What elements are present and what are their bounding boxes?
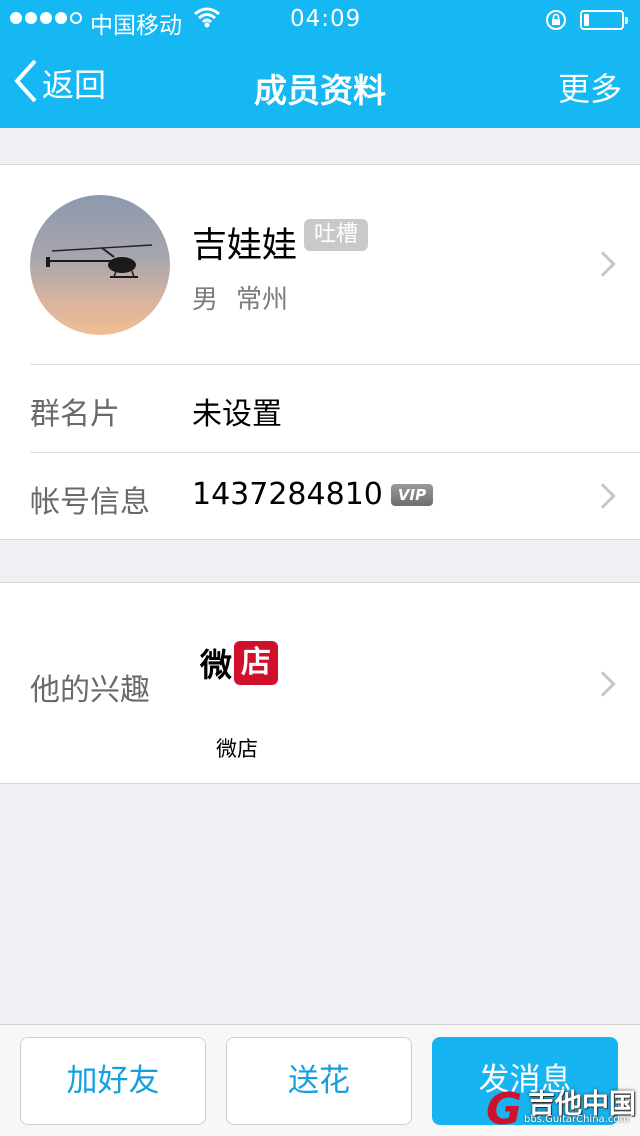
chevron-right-icon xyxy=(590,251,616,277)
profile-city: 常州 xyxy=(236,285,289,315)
weidian-logo[interactable]: 微 店 xyxy=(200,641,279,685)
signal-dot xyxy=(25,12,37,24)
profile-subtitle: 男常州 xyxy=(192,279,288,316)
vip-badge: VIP xyxy=(391,484,433,506)
profile-row[interactable]: 吉娃娃 吐槽 男常州 xyxy=(0,165,640,364)
watermark-logo: G 吉他中国 bbs.GuitarChina.com xyxy=(486,1082,636,1135)
signal-dot xyxy=(40,12,52,24)
battery-icon xyxy=(580,10,628,30)
send-flower-button[interactable]: 送花 xyxy=(226,1037,412,1125)
more-button[interactable]: 更多 xyxy=(558,64,622,110)
status-time: 04:09 xyxy=(290,6,362,32)
header: 中国移动 04:09 返回 成员资料 更多 xyxy=(0,0,640,128)
carrier-name: 中国移动 xyxy=(90,13,182,39)
signal-dot xyxy=(70,12,82,24)
logo-left-char: 微 xyxy=(200,646,233,684)
logo-right-char: 店 xyxy=(234,641,279,685)
status-bar: 中国移动 04:09 xyxy=(0,0,640,40)
signal-dot xyxy=(10,12,22,24)
chevron-right-icon xyxy=(590,671,616,697)
add-friend-button[interactable]: 加好友 xyxy=(20,1037,206,1125)
interests-label: 他的兴趣 xyxy=(30,673,150,708)
group-card-value: 未设置 xyxy=(192,397,282,432)
group-card-label: 群名片 xyxy=(30,397,120,432)
avatar[interactable] xyxy=(30,195,170,335)
interests-section[interactable]: 他的兴趣 微 店 微店 xyxy=(0,582,640,784)
nav-bar: 返回 成员资料 更多 xyxy=(0,40,640,128)
signal-strength-icon xyxy=(10,12,82,24)
profile-gender: 男 xyxy=(192,285,219,315)
guitar-logo-icon: G xyxy=(486,1084,523,1135)
account-number: 1437284810 xyxy=(192,477,383,512)
helicopter-image xyxy=(46,244,153,278)
battery-fill xyxy=(584,14,589,26)
profile-section: 吉娃娃 吐槽 男常州 群名片 未设置 帐号信息 1437284810 VIP xyxy=(0,164,640,540)
profile-name: 吉娃娃 xyxy=(192,226,298,266)
interest-app-name: 微店 xyxy=(216,737,258,761)
signal-dot xyxy=(55,12,67,24)
group-card-row[interactable]: 群名片 未设置 xyxy=(0,365,640,453)
wifi-icon xyxy=(194,6,220,34)
account-info-label: 帐号信息 xyxy=(30,485,150,520)
chevron-right-icon xyxy=(590,483,616,509)
profile-badge: 吐槽 xyxy=(304,219,369,251)
page-title: 成员资料 xyxy=(254,71,386,110)
rotation-lock-icon xyxy=(544,9,568,37)
watermark-url: bbs.GuitarChina.com xyxy=(524,1114,630,1125)
account-info-row[interactable]: 帐号信息 1437284810 VIP xyxy=(0,453,640,541)
